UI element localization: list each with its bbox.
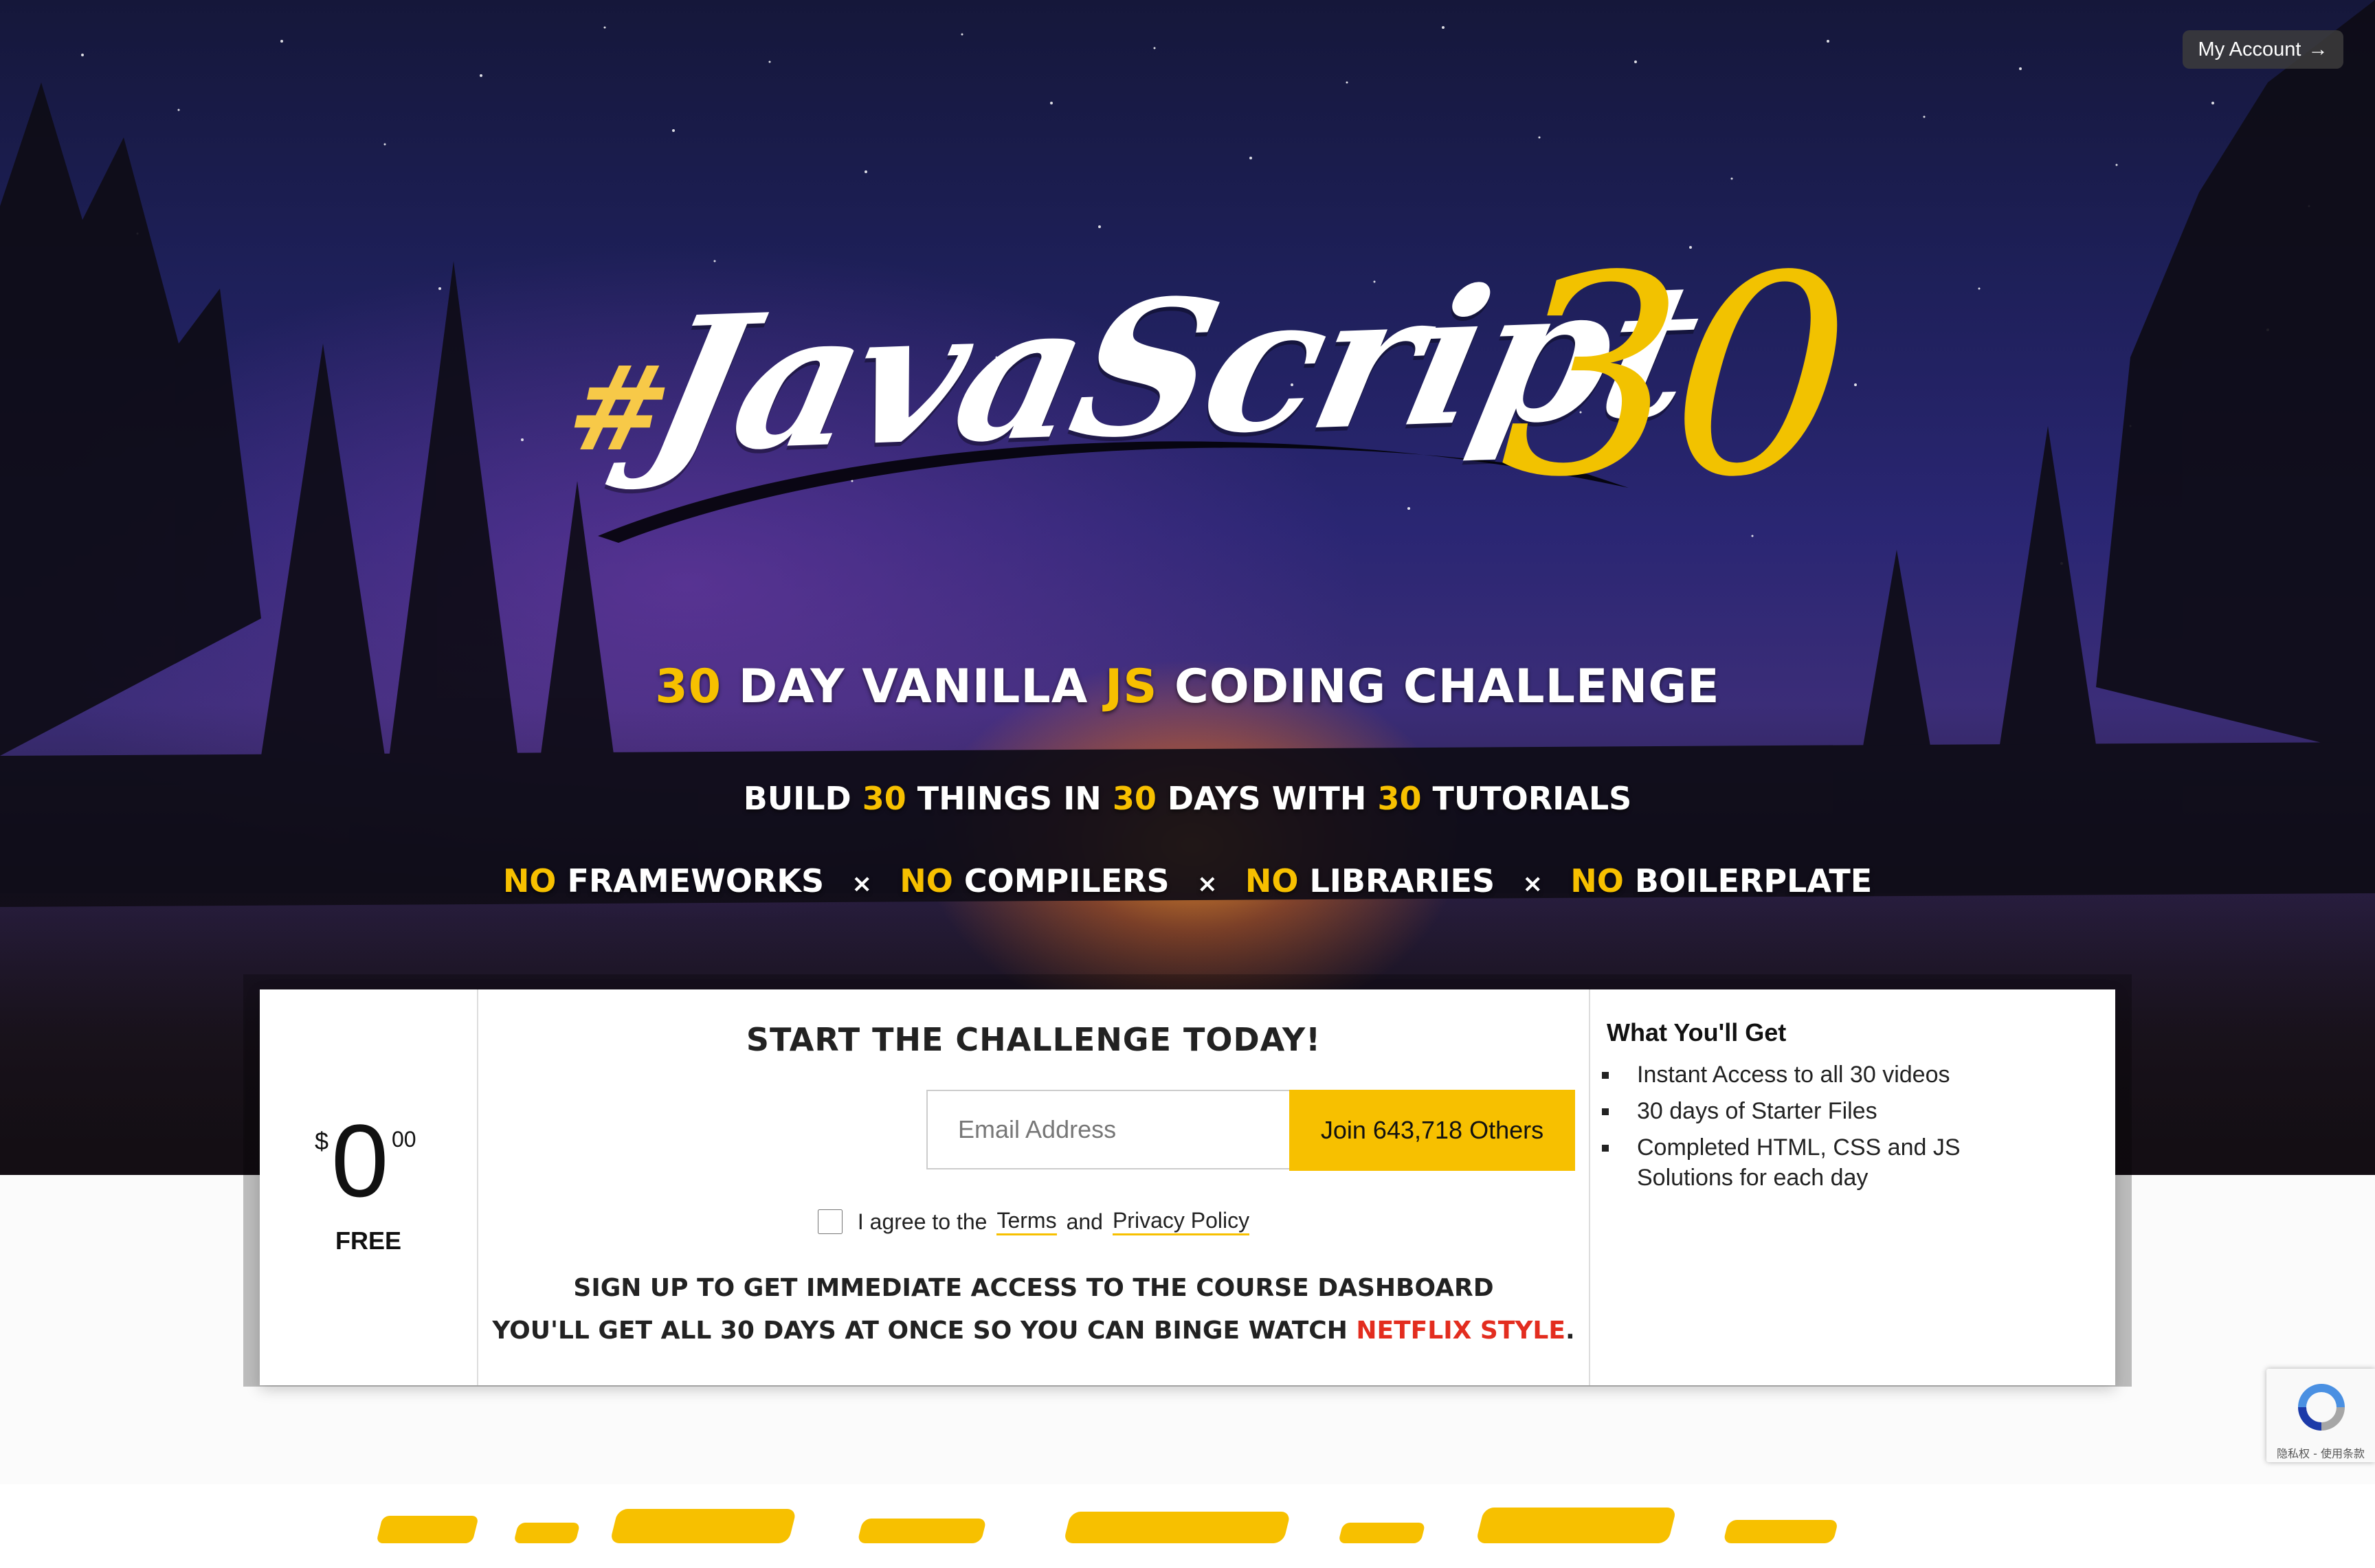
recaptcha-icon: [2298, 1384, 2345, 1431]
join-button[interactable]: Join 643,718 Others: [1289, 1090, 1575, 1171]
price-currency: $: [315, 1127, 329, 1155]
terms-agreement: I agree to the Terms and Privacy Policy: [478, 1208, 1589, 1235]
tagline-js: JS: [1105, 660, 1158, 714]
price-cents: 00: [392, 1127, 416, 1152]
agree-text: I agree to the: [857, 1209, 988, 1234]
no-item-compilers: Compilers: [963, 862, 1170, 899]
build-subline: Build 30 Things in 30 Days with 30 Tutor…: [0, 780, 2375, 817]
no-dependencies-line: No Frameworks × No Compilers × No Libraries ×…: [0, 862, 2375, 899]
no-item-libraries: Libraries: [1309, 862, 1495, 899]
cropped-yellow-lettering: [377, 1508, 1837, 1543]
my-account-label: My Account: [2198, 38, 2301, 60]
privacy-policy-link[interactable]: Privacy Policy: [1112, 1208, 1250, 1235]
signup-form: Join 643,718 Others: [926, 1090, 1575, 1171]
price-label: FREE: [335, 1227, 401, 1255]
terms-link[interactable]: Terms: [996, 1208, 1057, 1235]
info-line2-period: .: [1565, 1317, 1575, 1345]
email-input[interactable]: [926, 1090, 1289, 1169]
what-you-get-column: What You'll Get Instant Access to all 30…: [1590, 989, 2115, 1385]
info-line2-text: You'll get all 30 days at once so you ca…: [492, 1317, 1348, 1345]
list-item: 30 days of Starter Files: [1620, 1096, 2005, 1126]
signup-info-line2: You'll get all 30 days at once so you ca…: [478, 1317, 1589, 1345]
no-item-frameworks: Frameworks: [567, 862, 825, 899]
list-item: Instant Access to all 30 videos: [1620, 1060, 2005, 1090]
challenge-tagline: 30 Day Vanilla JS Coding Challenge: [0, 660, 2375, 714]
subline-number: 30: [1377, 780, 1422, 817]
no-word: No: [502, 862, 557, 899]
javascript30-logo: # JavaScript 30: [556, 218, 1852, 563]
signup-title: Start the Challenge Today!: [746, 1021, 1322, 1058]
recaptcha-badge[interactable]: 隐私权 - 使用条款: [2266, 1369, 2375, 1462]
terms-checkbox[interactable]: [817, 1209, 843, 1234]
signup-card: $ 0 00 FREE Start the Challenge Today! J…: [260, 989, 2115, 1385]
subline-number: 30: [1112, 780, 1157, 817]
no-item-boilerplate: Boilerplate: [1634, 862, 1873, 899]
subline-number: 30: [862, 780, 906, 817]
price-whole: 0: [331, 1103, 389, 1218]
recaptcha-links[interactable]: 隐私权 - 使用条款: [2266, 1444, 2375, 1461]
times-separator-icon: ×: [1196, 870, 1218, 898]
netflix-style-highlight: Netflix Style: [1356, 1317, 1565, 1345]
agree-and-text: and: [1066, 1209, 1103, 1234]
no-word: No: [1570, 862, 1624, 899]
subline-word: Build: [743, 780, 851, 817]
signup-info-line1: Sign up to get immediate access to the c…: [573, 1274, 1494, 1302]
next-section-heading-cropped: [370, 1447, 2049, 1568]
tagline-part2: Coding Challenge: [1174, 660, 1720, 714]
subline-word: Things in: [917, 780, 1102, 817]
subline-word: Days with: [1167, 780, 1367, 817]
subline-word: Tutorials: [1432, 780, 1632, 817]
tagline-number: 30: [655, 660, 722, 714]
what-you-get-title: What You'll Get: [1607, 1018, 1787, 1046]
tagline-part1: Day Vanilla: [738, 660, 1089, 714]
what-you-get-list: Instant Access to all 30 videos 30 days …: [1607, 1060, 2005, 1199]
no-word: No: [1245, 862, 1299, 899]
no-word: No: [900, 862, 953, 899]
times-separator-icon: ×: [1522, 870, 1543, 898]
signup-form-column: Start the Challenge Today! Join 643,718 …: [478, 989, 1590, 1385]
times-separator-icon: ×: [851, 870, 873, 898]
arrow-right-icon: →: [2308, 38, 2328, 60]
list-item: Completed HTML, CSS and JS Solutions for…: [1620, 1132, 2005, 1193]
my-account-button[interactable]: My Account →: [2183, 30, 2343, 69]
logo-number: 30: [1493, 218, 1853, 537]
price-column: $ 0 00 FREE: [260, 989, 478, 1385]
